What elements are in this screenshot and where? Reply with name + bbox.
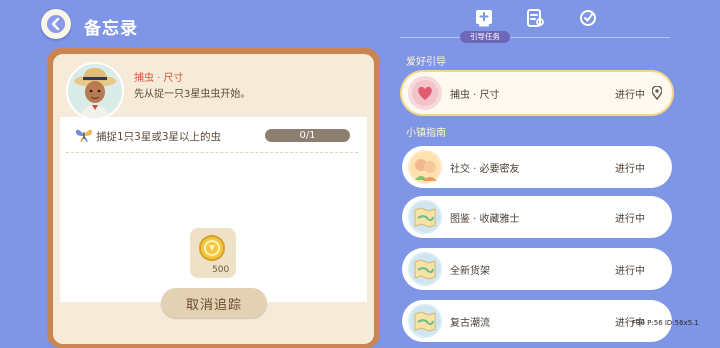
notes-icon bbox=[527, 9, 544, 27]
task-progress-bar: 0/1 bbox=[265, 129, 350, 142]
debug-overlay-text: F30 P:56 ID:56x5.1 bbox=[632, 319, 699, 327]
back-arrow-icon bbox=[47, 15, 65, 33]
tab-notes[interactable] bbox=[525, 8, 545, 32]
task-item-label: 社交 · 必要密友 bbox=[450, 164, 520, 175]
task-item-social[interactable]: 社交 · 必要密友 进行中 bbox=[402, 146, 672, 188]
location-pin-icon[interactable] bbox=[651, 85, 663, 104]
section-guide-label: 爱好引导 bbox=[406, 57, 446, 68]
task-goal: 捕捉1只3星或3星以上的虫 bbox=[96, 131, 222, 143]
task-description: 先从捉一只3星虫虫开始。 bbox=[134, 89, 251, 100]
task-item-label: 图鉴 · 收藏雅士 bbox=[450, 214, 520, 225]
map-icon bbox=[408, 304, 442, 338]
task-item-status: 进行中 bbox=[615, 214, 645, 225]
check-circle-icon bbox=[580, 10, 596, 26]
tab-achievements[interactable] bbox=[578, 8, 598, 32]
coin-icon bbox=[199, 235, 225, 261]
task-item-new-shelf[interactable]: 全新货架 进行中 bbox=[402, 248, 672, 290]
page-title: 备忘录 bbox=[84, 19, 138, 39]
map-icon bbox=[408, 200, 442, 234]
friends-icon bbox=[408, 150, 442, 184]
map-icon bbox=[408, 252, 442, 286]
reward-count: 500 bbox=[212, 265, 230, 275]
divider bbox=[66, 152, 358, 153]
task-item-label: 全新货架 bbox=[450, 266, 490, 277]
task-item-label: 复古潮流 bbox=[450, 318, 490, 329]
task-item-status: 进行中 bbox=[615, 90, 645, 101]
butterfly-icon bbox=[75, 127, 93, 147]
task-item-bug-size[interactable]: 捕虫 · 尺寸 进行中 bbox=[402, 72, 672, 114]
tab-underline bbox=[400, 37, 670, 38]
task-item-label: 捕虫 · 尺寸 bbox=[450, 90, 500, 101]
heart-icon bbox=[408, 76, 442, 110]
tab-guide-task[interactable] bbox=[474, 8, 494, 32]
npc-avatar bbox=[66, 62, 124, 120]
section-town-label: 小镇指南 bbox=[406, 128, 446, 139]
task-item-status: 进行中 bbox=[615, 164, 645, 175]
cancel-tracking-button[interactable]: 取消追踪 bbox=[161, 288, 267, 318]
task-item-status: 进行中 bbox=[615, 266, 645, 277]
back-button[interactable] bbox=[41, 9, 71, 39]
task-name: 捕虫 · 尺寸 bbox=[134, 73, 184, 84]
guide-book-icon bbox=[476, 10, 492, 27]
active-tab-label: 引导任务 bbox=[460, 31, 510, 43]
task-item-collection[interactable]: 图鉴 · 收藏雅士 进行中 bbox=[402, 196, 672, 238]
task-progress-text: 0/1 bbox=[299, 130, 316, 141]
